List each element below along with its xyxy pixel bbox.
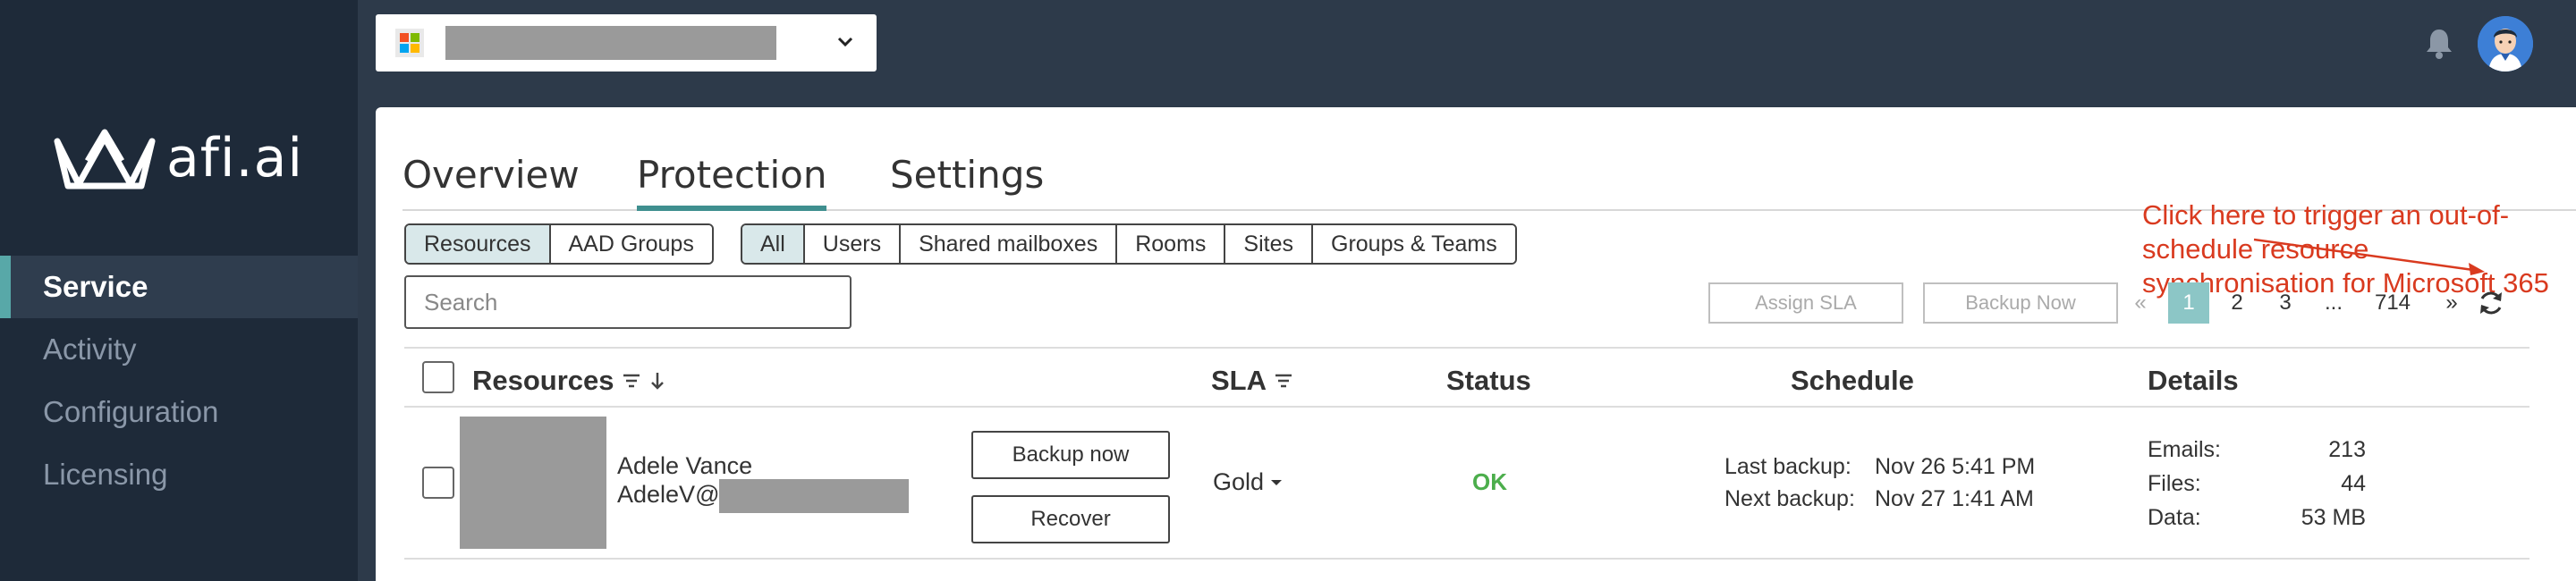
sidebar-item-activity[interactable]: Activity bbox=[0, 318, 358, 381]
column-sla[interactable]: SLA bbox=[1211, 365, 1293, 397]
detail-label: Data: bbox=[2148, 505, 2201, 530]
caret-down-icon bbox=[1271, 479, 1283, 485]
next-backup-label: Next backup: bbox=[1724, 486, 1855, 511]
row-checkbox[interactable] bbox=[422, 467, 454, 499]
resource-email: AdeleV@ bbox=[617, 479, 910, 513]
resource-email-prefix: AdeleV@ bbox=[617, 481, 720, 509]
type-filter: All Users Shared mailboxes Rooms Sites G… bbox=[741, 223, 1517, 265]
backup-now-button[interactable]: Backup Now bbox=[1923, 282, 2118, 324]
filter-rooms[interactable]: Rooms bbox=[1117, 225, 1226, 263]
avatar-face-icon bbox=[2478, 16, 2533, 72]
status-badge: OK bbox=[1472, 468, 1507, 495]
filter-groups-teams[interactable]: Groups & Teams bbox=[1313, 225, 1515, 263]
search-input[interactable] bbox=[404, 275, 852, 329]
select-all-checkbox[interactable] bbox=[422, 361, 454, 393]
pagination-page-last[interactable]: 714 bbox=[2372, 282, 2413, 324]
brand-name: afi.ai bbox=[166, 127, 304, 189]
column-status: Status bbox=[1446, 365, 1531, 396]
crown-logo-icon bbox=[54, 129, 156, 189]
row-recover-button[interactable]: Recover bbox=[971, 495, 1170, 543]
tab-protection[interactable]: Protection bbox=[637, 139, 827, 211]
last-backup-label: Last backup: bbox=[1724, 454, 1852, 479]
schedule-info: Last backup: Nov 26 5:41 PM Next backup: N… bbox=[1724, 450, 2035, 515]
pagination-page-1[interactable]: 1 bbox=[2168, 282, 2209, 324]
email-domain-redacted bbox=[719, 479, 910, 513]
detail-value: 44 bbox=[2341, 471, 2366, 496]
filter-users[interactable]: Users bbox=[804, 225, 902, 263]
column-details: Details bbox=[2148, 365, 2239, 396]
annotation-arrow-icon bbox=[2253, 238, 2485, 275]
sidebar-item-configuration[interactable]: Configuration bbox=[0, 381, 358, 443]
row-backup-now-button[interactable]: Backup now bbox=[971, 431, 1170, 479]
user-avatar[interactable] bbox=[2478, 16, 2533, 72]
top-bar bbox=[358, 0, 2576, 88]
tenant-name-redacted bbox=[445, 26, 776, 60]
column-resources-label: Resources bbox=[472, 365, 614, 396]
filter-icon[interactable] bbox=[622, 371, 641, 391]
column-schedule: Schedule bbox=[1791, 365, 1914, 396]
pagination-ellipsis: ... bbox=[2324, 290, 2343, 315]
pagination-next[interactable]: » bbox=[2431, 282, 2472, 324]
pagination-page-2[interactable]: 2 bbox=[2216, 282, 2258, 324]
filter-shared-mailboxes[interactable]: Shared mailboxes bbox=[901, 225, 1118, 263]
scope-filter: Resources AAD Groups bbox=[404, 223, 714, 265]
assign-sla-button[interactable]: Assign SLA bbox=[1708, 282, 1903, 324]
resource-identity: Adele Vance AdeleV@ bbox=[617, 452, 910, 513]
filter-resources[interactable]: Resources bbox=[406, 225, 551, 263]
tab-overview[interactable]: Overview bbox=[402, 139, 580, 211]
tenant-selector[interactable] bbox=[376, 14, 877, 72]
column-resources[interactable]: Resources bbox=[472, 365, 666, 397]
details-info: Emails: 213 Files: 44 Data: 53 MB bbox=[2148, 433, 2366, 535]
sidebar: afi.ai Service Activity Configuration Li… bbox=[0, 0, 358, 581]
detail-label: Emails: bbox=[2148, 437, 2221, 462]
resource-name: Adele Vance bbox=[617, 452, 753, 479]
resource-photo-redacted bbox=[460, 417, 606, 549]
detail-label: Files: bbox=[2148, 471, 2201, 496]
sidebar-item-service[interactable]: Service bbox=[0, 256, 358, 318]
sla-dropdown[interactable]: Gold bbox=[1213, 468, 1284, 496]
filter-icon[interactable] bbox=[1274, 371, 1293, 391]
last-backup-value: Nov 26 5:41 PM bbox=[1875, 454, 2036, 479]
filter-all[interactable]: All bbox=[742, 225, 805, 263]
tab-settings[interactable]: Settings bbox=[890, 139, 1044, 211]
detail-value: 53 MB bbox=[2301, 505, 2366, 530]
brand-logo[interactable]: afi.ai bbox=[52, 123, 303, 193]
refresh-icon[interactable] bbox=[2476, 288, 2506, 318]
sidebar-nav: Service Activity Configuration Licensing bbox=[0, 256, 358, 506]
sla-value: Gold bbox=[1213, 468, 1265, 495]
table-row: Adele Vance AdeleV@ Backup now Recover G… bbox=[404, 408, 2529, 560]
sidebar-item-licensing[interactable]: Licensing bbox=[0, 443, 358, 506]
microsoft-icon bbox=[395, 29, 424, 57]
sort-desc-icon[interactable] bbox=[648, 371, 666, 391]
column-sla-label: SLA bbox=[1211, 365, 1267, 396]
bell-icon[interactable] bbox=[2424, 27, 2454, 59]
pagination-prev[interactable]: « bbox=[2120, 282, 2161, 324]
chevron-down-icon bbox=[837, 37, 853, 47]
filter-sites[interactable]: Sites bbox=[1225, 225, 1313, 263]
pagination-page-3[interactable]: 3 bbox=[2265, 282, 2306, 324]
filter-aad-groups[interactable]: AAD Groups bbox=[550, 225, 712, 263]
main-panel: Overview Protection Settings Resources A… bbox=[376, 107, 2576, 581]
next-backup-value: Nov 27 1:41 AM bbox=[1875, 486, 2034, 511]
pagination: « 1 2 3 ... 714 » bbox=[2120, 282, 2506, 324]
detail-value: 213 bbox=[2328, 437, 2366, 462]
table-header: Resources SLA Status Schedule Details bbox=[404, 347, 2529, 408]
